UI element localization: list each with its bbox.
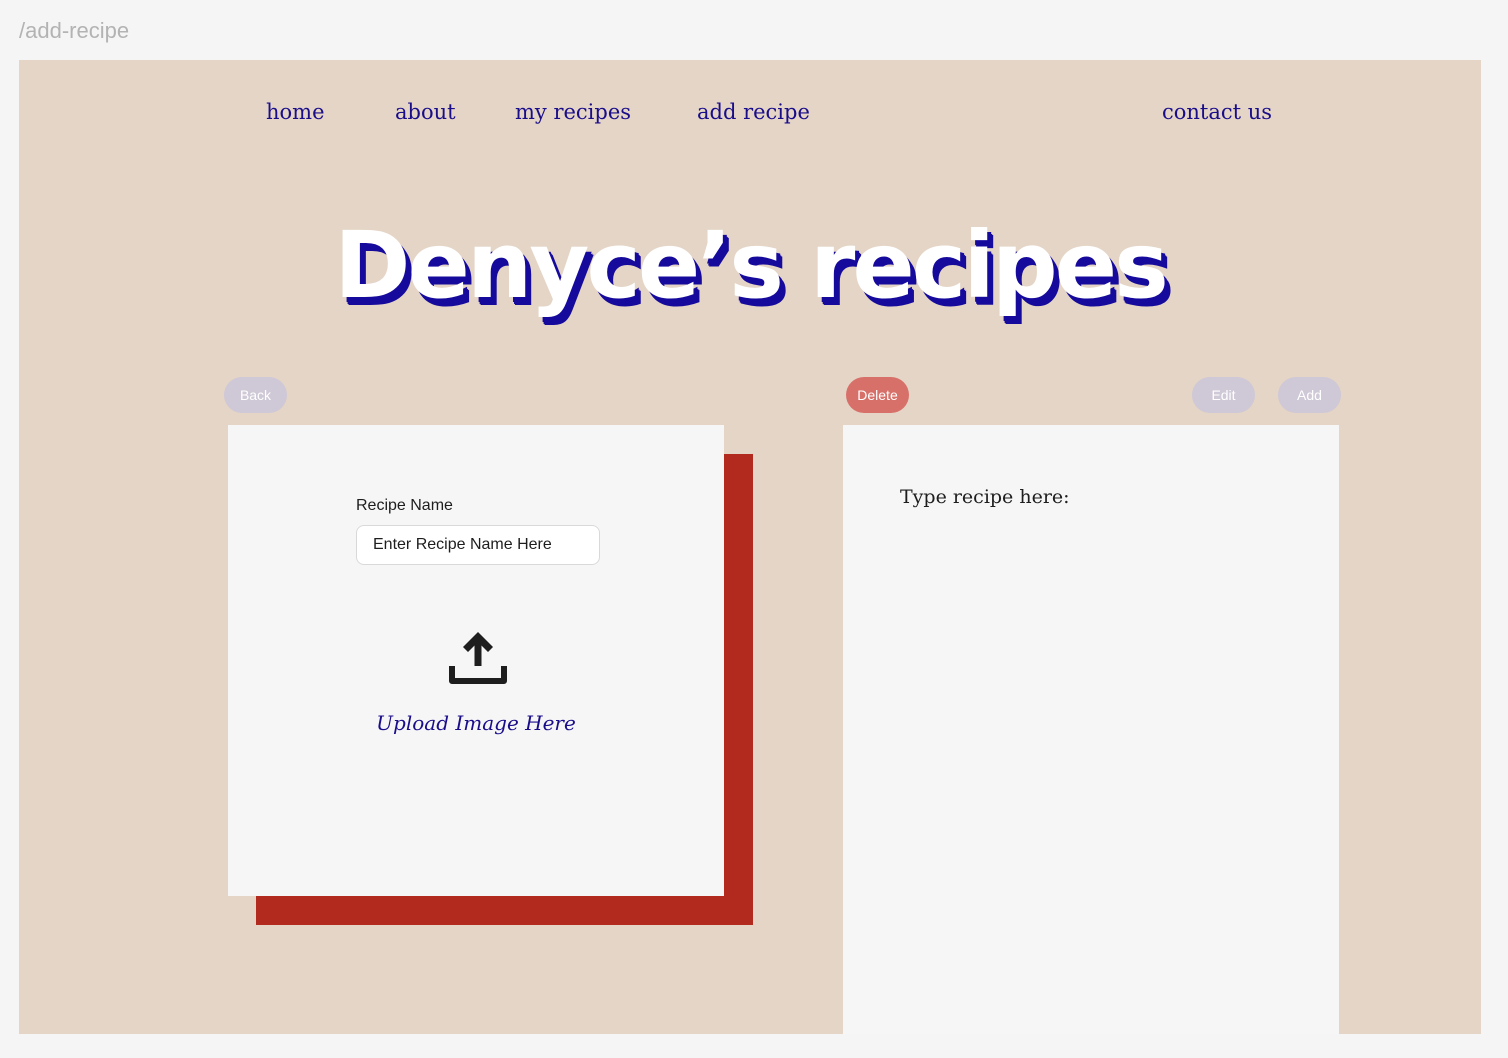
recipe-image-card: Recipe Name Upload Image Here bbox=[228, 425, 724, 896]
frame-label: /add-recipe bbox=[19, 18, 130, 43]
page-frame: home about my recipes add recipe contact… bbox=[19, 60, 1481, 1034]
back-button[interactable]: Back bbox=[224, 377, 287, 413]
edit-button[interactable]: Edit bbox=[1192, 377, 1255, 413]
recipe-name-input[interactable] bbox=[356, 525, 600, 565]
nav-contact-us-link[interactable]: contact us bbox=[1162, 100, 1272, 124]
site-title: Denyce’s recipes bbox=[334, 212, 1169, 319]
nav-my-recipes-link[interactable]: my recipes bbox=[515, 100, 631, 124]
add-button[interactable]: Add bbox=[1278, 377, 1341, 413]
nav-add-recipe-link[interactable]: add recipe bbox=[697, 100, 810, 124]
recipe-name-label: Recipe Name bbox=[356, 497, 453, 514]
upload-icon[interactable] bbox=[449, 630, 507, 689]
recipe-text-input[interactable] bbox=[900, 486, 1300, 1006]
delete-button[interactable]: Delete bbox=[846, 377, 909, 413]
upload-image-label[interactable]: Upload Image Here bbox=[228, 711, 724, 735]
nav-about-link[interactable]: about bbox=[395, 100, 456, 124]
recipe-text-card bbox=[843, 425, 1339, 1034]
nav-home-link[interactable]: home bbox=[266, 100, 325, 124]
